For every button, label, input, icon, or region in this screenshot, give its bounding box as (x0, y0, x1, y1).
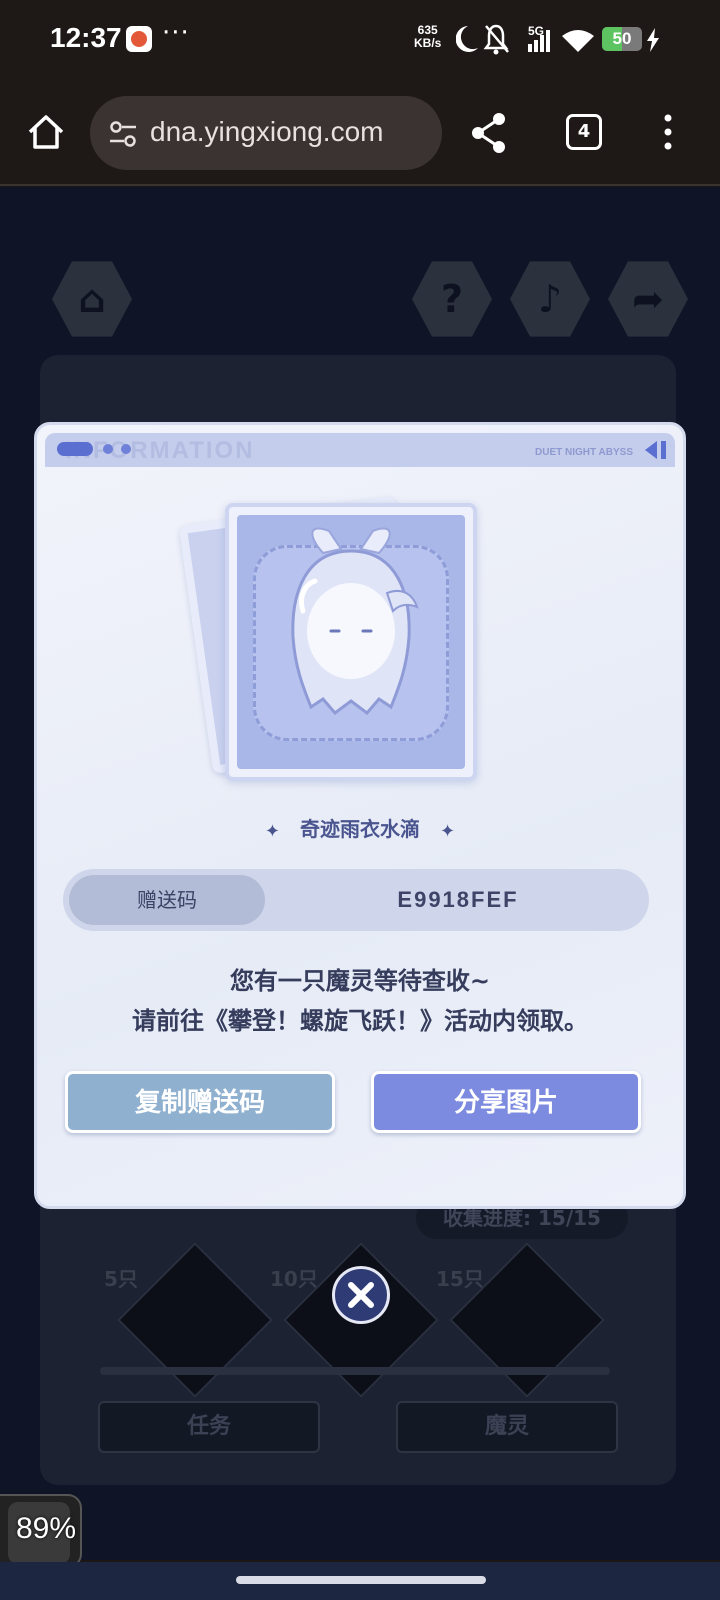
home-gesture-handle[interactable] (236, 1576, 486, 1584)
header-brand: DUET NIGHT ABYSS (535, 447, 633, 458)
header-dot (121, 444, 131, 454)
more-notifications-icon: ··· (162, 18, 190, 48)
raincoat-droplet-spirit-icon (291, 527, 419, 716)
site-settings-icon[interactable] (108, 120, 138, 148)
charging-icon (647, 28, 659, 52)
gift-code-bar: 赠送码 E9918FEF (63, 869, 649, 931)
system-nav-bar (0, 1562, 720, 1600)
sparkle-icon: ✦ (264, 821, 280, 842)
modal-header: INFORMATION DUET NIGHT ABYSS (45, 433, 675, 467)
bg-milestone-label: 15只 (436, 1267, 484, 1291)
header-arrow-icon (645, 441, 666, 459)
floating-widget[interactable]: 89% (0, 1494, 82, 1568)
spirit-name: 奇迹雨衣水滴 (300, 817, 420, 841)
bg-milestone-label: 10只 (270, 1267, 318, 1291)
bg-home-icon: ⌂ (78, 277, 106, 321)
home-icon[interactable] (26, 112, 66, 152)
address-bar[interactable]: dna.yingxiong.com (90, 96, 442, 170)
message-line-1: 您有一只魔灵等待查收~ (229, 967, 491, 995)
header-ghost-text: INFORMATION (65, 437, 255, 464)
copy-code-button[interactable]: 复制赠送码 (65, 1071, 335, 1133)
gift-code-modal: INFORMATION DUET NIGHT ABYSS ✦ 奇迹雨衣水滴 ✦ … (34, 422, 686, 1209)
bg-music-button: ♪ (510, 261, 590, 337)
close-modal-button[interactable] (332, 1266, 390, 1324)
net-speed-unit: KB/s (414, 36, 442, 50)
more-vertical-icon[interactable] (662, 112, 674, 152)
wifi-icon (562, 30, 594, 52)
bg-music-icon: ♪ (537, 277, 563, 321)
app-notification-icon (126, 26, 152, 52)
message-line-2: 请前往《攀登！螺旋飞跃！》活动内领取。 (132, 1007, 588, 1035)
battery-icon: 50 (602, 27, 642, 51)
dnd-moon-icon (456, 26, 478, 52)
status-icons (456, 24, 594, 55)
header-dot (103, 444, 113, 454)
url-text[interactable]: dna.yingxiong.com (150, 116, 383, 148)
bg-help-icon: ? (440, 277, 464, 321)
share-icon[interactable] (470, 112, 508, 154)
battery-level: 50 (612, 29, 632, 48)
mute-bell-icon (483, 24, 509, 55)
browser-toolbar: dna.yingxiong.com 4 (0, 84, 720, 186)
bg-help-button: ? (412, 261, 492, 337)
close-icon[interactable] (335, 1269, 387, 1321)
share-image-button[interactable]: 分享图片 (371, 1071, 641, 1133)
network-type: 5G (528, 24, 545, 38)
bg-share-button: ➦ (608, 261, 688, 337)
sparkle-icon: ✦ (440, 821, 456, 842)
net-speed: 635 KB/s (414, 24, 441, 50)
bg-share-icon: ➦ (632, 277, 664, 321)
gift-code-label: 赠送码 (69, 875, 265, 925)
gift-code-value[interactable]: E9918FEF (273, 869, 643, 931)
bg-milestone-label: 5只 (104, 1267, 138, 1291)
tab-switcher-button[interactable]: 4 (566, 114, 602, 150)
bg-home-button: ⌂ (52, 261, 132, 337)
status-bar: 12:37 ··· 635 KB/s 5G 50 (0, 0, 720, 84)
floating-percent: 89% (16, 1512, 77, 1545)
bg-tab-tasks: 任务 (98, 1401, 320, 1453)
bg-progress-track (100, 1367, 610, 1375)
bg-tab-spirits: 魔灵 (396, 1401, 618, 1453)
status-time: 12:37 (50, 22, 122, 53)
spirit-name-row: ✦ 奇迹雨衣水滴 ✦ (37, 813, 683, 842)
spirit-card (225, 503, 477, 781)
card-inner (237, 515, 465, 769)
header-decoration (57, 442, 93, 456)
